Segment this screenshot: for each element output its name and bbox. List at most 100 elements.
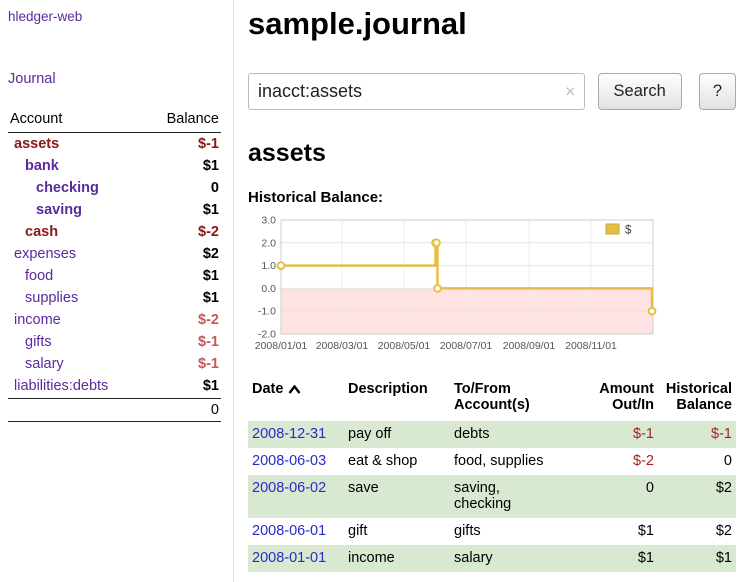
account-link-expenses[interactable]: expenses bbox=[10, 246, 76, 262]
column-header-balance: Historical Balance bbox=[658, 379, 736, 421]
transaction-date-link[interactable]: 2008-01-01 bbox=[252, 550, 326, 566]
register-row: 2008-06-02savesaving, checking0$2 bbox=[248, 475, 736, 518]
transaction-date-link[interactable]: 2008-06-03 bbox=[252, 453, 326, 469]
account-link-supplies[interactable]: supplies bbox=[10, 290, 78, 306]
account-row: food $1 bbox=[8, 265, 221, 287]
account-row: salary $-1 bbox=[8, 353, 221, 375]
account-row: liabilities:debts $1 bbox=[8, 375, 221, 397]
transaction-accounts: debts bbox=[450, 421, 586, 448]
account-link-assets[interactable]: assets bbox=[10, 136, 59, 152]
transaction-date-cell: 2008-01-01 bbox=[248, 545, 344, 572]
account-row: expenses $2 bbox=[8, 243, 221, 265]
transaction-balance: $1 bbox=[658, 545, 736, 572]
account-link-income[interactable]: income bbox=[10, 312, 61, 328]
svg-text:2008/01/01: 2008/01/01 bbox=[255, 340, 308, 352]
account-link-cash[interactable]: cash bbox=[10, 224, 58, 240]
main-content: sample.journal × Search ? assets Histori… bbox=[248, 0, 742, 572]
transaction-date-cell: 2008-06-01 bbox=[248, 518, 344, 545]
accounts-list: assets$-1bank$1checking0saving$1cash$-2e… bbox=[8, 133, 221, 397]
svg-text:-2.0: -2.0 bbox=[258, 329, 276, 341]
page-title: sample.journal bbox=[248, 6, 736, 42]
account-row: saving$1 bbox=[8, 199, 221, 221]
account-link-food[interactable]: food bbox=[10, 268, 53, 284]
transaction-date-link[interactable]: 2008-06-02 bbox=[252, 480, 326, 496]
transaction-description: gift bbox=[344, 518, 450, 545]
account-balance: $2 bbox=[203, 246, 219, 262]
account-link-liabilities-debts[interactable]: liabilities:debts bbox=[10, 378, 108, 394]
transaction-accounts: food, supplies bbox=[450, 448, 586, 475]
svg-text:$: $ bbox=[625, 225, 632, 237]
account-balance: $1 bbox=[203, 158, 219, 174]
account-row: gifts $-1 bbox=[8, 331, 221, 353]
transaction-accounts: salary bbox=[450, 545, 586, 572]
account-balance: $1 bbox=[203, 268, 219, 284]
register-table: Date Description To/From Account(s) Amou… bbox=[248, 379, 736, 572]
transaction-date-link[interactable]: 2008-06-01 bbox=[252, 523, 326, 539]
app-window: hledger-web Journal Account Balance asse… bbox=[0, 0, 742, 582]
chart-title: Historical Balance: bbox=[248, 189, 736, 206]
transaction-accounts: saving, checking bbox=[450, 475, 586, 518]
svg-text:1.0: 1.0 bbox=[261, 260, 276, 272]
search-button[interactable]: Search bbox=[598, 73, 682, 110]
transaction-amount: $1 bbox=[586, 545, 658, 572]
svg-text:0.0: 0.0 bbox=[261, 283, 276, 295]
column-header-description: Description bbox=[344, 379, 450, 421]
clear-search-icon[interactable]: × bbox=[565, 82, 576, 100]
transaction-balance: $2 bbox=[658, 518, 736, 545]
transaction-balance: 0 bbox=[658, 448, 736, 475]
register-row: 2008-06-01 giftgifts$1$2 bbox=[248, 518, 736, 545]
svg-text:2008/03/01: 2008/03/01 bbox=[316, 340, 369, 352]
account-balance: $-1 bbox=[198, 334, 219, 350]
accounts-table-header: Account Balance bbox=[8, 111, 221, 133]
account-row: assets $-1 bbox=[8, 133, 221, 155]
transaction-description: income bbox=[344, 545, 450, 572]
search-bar: × Search ? bbox=[248, 73, 736, 110]
transaction-amount: $1 bbox=[586, 518, 658, 545]
transaction-description: eat & shop bbox=[344, 448, 450, 475]
transaction-date-cell: 2008-12-31 bbox=[248, 421, 344, 448]
help-button[interactable]: ? bbox=[699, 73, 736, 110]
nav-journal-link[interactable]: Journal bbox=[8, 71, 221, 87]
svg-text:2.0: 2.0 bbox=[261, 237, 276, 249]
account-row: cash $-2 bbox=[8, 221, 221, 243]
search-box: × bbox=[248, 73, 585, 110]
account-title: assets bbox=[248, 139, 736, 168]
account-link-salary[interactable]: salary bbox=[10, 356, 64, 372]
search-input[interactable] bbox=[248, 73, 585, 110]
transaction-date-cell: 2008-06-03 bbox=[248, 448, 344, 475]
svg-text:2008/07/01: 2008/07/01 bbox=[440, 340, 493, 352]
balance-chart-svg: -2.0 -1.0 0.0 1.0 2.0 3.0 2008/01/01 2008/03/01… bbox=[248, 212, 662, 362]
svg-text:3.0: 3.0 bbox=[261, 215, 276, 227]
account-link-checking[interactable]: checking bbox=[10, 180, 99, 196]
account-balance: $-1 bbox=[198, 356, 219, 372]
transaction-date-cell: 2008-06-02 bbox=[248, 475, 344, 518]
account-balance: $1 bbox=[203, 378, 219, 394]
account-link-bank[interactable]: bank bbox=[10, 158, 59, 174]
register-header-row: Date Description To/From Account(s) Amou… bbox=[248, 379, 736, 421]
account-balance: $-1 bbox=[198, 136, 219, 152]
svg-text:2008/09/01: 2008/09/01 bbox=[503, 340, 556, 352]
historical-balance-chart: -2.0 -1.0 0.0 1.0 2.0 3.0 2008/01/01 2008/03/01… bbox=[248, 212, 736, 367]
transaction-accounts: gifts bbox=[450, 518, 586, 545]
account-row: supplies$1 bbox=[8, 287, 221, 309]
date-header-label: Date bbox=[252, 381, 283, 397]
transaction-balance: $-1 bbox=[658, 421, 736, 448]
account-link-saving[interactable]: saving bbox=[10, 202, 82, 218]
column-header-accounts: To/From Account(s) bbox=[450, 379, 586, 421]
column-header-date[interactable]: Date bbox=[248, 379, 344, 421]
register-row: 2008-06-03 eat & shopfood, supplies$-20 bbox=[248, 448, 736, 475]
transaction-amount: $-2 bbox=[586, 448, 658, 475]
account-balance: 0 bbox=[211, 180, 219, 196]
register-row: 2008-12-31pay offdebts$-1$-1 bbox=[248, 421, 736, 448]
account-balance: $-2 bbox=[198, 224, 219, 240]
transaction-description: save bbox=[344, 475, 450, 518]
account-row: income$-2 bbox=[8, 309, 221, 331]
account-column-header: Account bbox=[10, 111, 62, 127]
svg-text:-1.0: -1.0 bbox=[258, 306, 276, 318]
svg-text:2008/05/01: 2008/05/01 bbox=[378, 340, 431, 352]
account-link-gifts[interactable]: gifts bbox=[10, 334, 52, 350]
app-title-link[interactable]: hledger-web bbox=[8, 9, 221, 24]
transaction-amount: $-1 bbox=[586, 421, 658, 448]
transaction-date-link[interactable]: 2008-12-31 bbox=[252, 426, 326, 442]
transaction-amount: 0 bbox=[586, 475, 658, 518]
